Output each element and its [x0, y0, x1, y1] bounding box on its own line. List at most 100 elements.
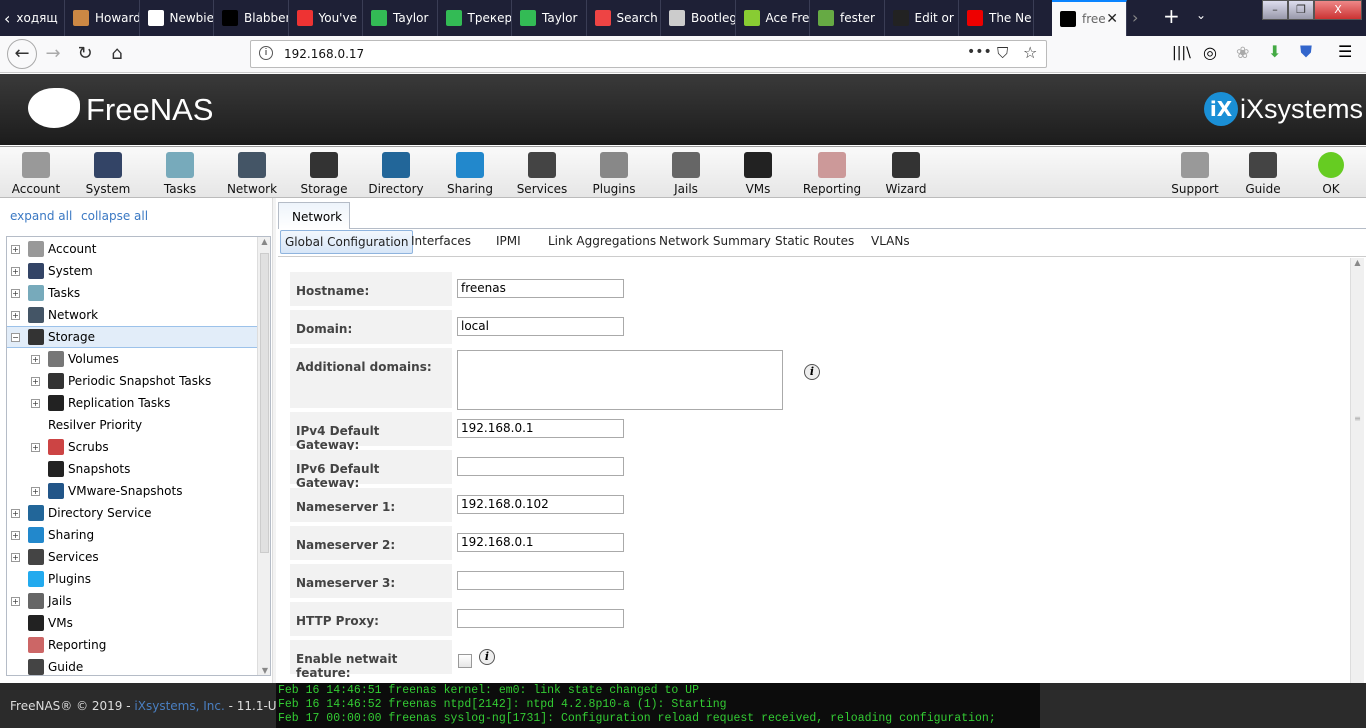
tree-item-reporting[interactable]: Reporting [7, 634, 257, 656]
tree-item-jails[interactable]: + Jails [7, 590, 257, 612]
url-bar[interactable]: i 192.168.0.17 ••• ⛉ ☆ [250, 40, 1047, 68]
browser-tab[interactable]: Search [587, 0, 661, 36]
browser-tab[interactable]: Blabber [214, 0, 289, 36]
browser-tab[interactable]: Howard [65, 0, 140, 36]
company-link[interactable]: iXsystems, Inc. [134, 699, 224, 713]
ipv6-gateway-input[interactable] [457, 457, 624, 476]
forward-button[interactable]: → [41, 42, 65, 66]
domain-input[interactable]: local [457, 317, 624, 336]
tab-scroll-left[interactable]: ‹ ходящ [0, 0, 65, 36]
library-icon[interactable]: |||\ [1172, 45, 1191, 61]
ipv4-gateway-input[interactable]: 192.168.0.1 [457, 419, 624, 438]
expand-icon[interactable]: + [11, 310, 20, 320]
toolbar-ok-button[interactable]: OK [1295, 150, 1366, 196]
expand-icon[interactable]: + [11, 266, 20, 276]
browser-tab[interactable]: Ace Fre [736, 0, 810, 36]
tree-item-scrubs[interactable]: + Scrubs [7, 436, 257, 458]
expand-icon[interactable]: + [31, 486, 40, 496]
back-button[interactable]: ← [7, 39, 37, 69]
extension-icon[interactable]: ❀ [1236, 43, 1249, 62]
info-icon[interactable]: i [804, 364, 820, 380]
tree-item-vmware-snapshots[interactable]: + VMware-Snapshots [7, 480, 257, 502]
new-tab-button[interactable]: + [1163, 4, 1180, 28]
bookmark-star-icon[interactable]: ☆ [1023, 43, 1037, 62]
toolbar-support-button[interactable]: Support [1159, 150, 1231, 196]
expand-icon[interactable]: + [11, 596, 20, 606]
browser-tab[interactable]: Bootleg [661, 0, 736, 36]
shield-icon[interactable]: ⛊ [1300, 42, 1312, 62]
collapse-all-link[interactable]: collapse all [81, 209, 148, 223]
reload-button[interactable]: ↻ [73, 42, 97, 66]
tree-scroll-thumb[interactable] [260, 253, 269, 553]
expand-icon[interactable]: + [11, 508, 20, 518]
content-scroll-thumb[interactable]: ≡ [1353, 414, 1362, 434]
browser-tab[interactable]: fester [810, 0, 885, 36]
expand-icon[interactable]: + [11, 530, 20, 540]
tree-item-sharing[interactable]: + Sharing [7, 524, 257, 546]
tab-list-chevron-icon[interactable]: ⌄ [1196, 8, 1206, 22]
toolbar-plugins-button[interactable]: Plugins [578, 150, 650, 196]
expand-icon[interactable]: + [11, 552, 20, 562]
site-info-icon[interactable]: i [259, 46, 273, 60]
tree-item-tasks[interactable]: + Tasks [7, 282, 257, 304]
toolbar-directory-button[interactable]: Directory [360, 150, 432, 196]
toolbar-network-button[interactable]: Network [216, 150, 288, 196]
minimize-button[interactable]: – [1262, 0, 1288, 20]
toolbar-vms-button[interactable]: VMs [722, 150, 794, 196]
page-actions-icon[interactable]: ••• [967, 44, 992, 60]
browser-tab[interactable]: Taylor [512, 0, 587, 36]
toolbar-jails-button[interactable]: Jails [650, 150, 722, 196]
sync-icon[interactable]: ◎ [1203, 43, 1217, 62]
browser-tab[interactable]: free ✕ [1052, 0, 1127, 36]
toolbar-tasks-button[interactable]: Tasks [144, 150, 216, 196]
browser-tab[interactable]: Edit or [885, 0, 959, 36]
expand-icon[interactable]: + [31, 354, 40, 364]
tree-item-replication-tasks[interactable]: + Replication Tasks [7, 392, 257, 414]
tree-item-system[interactable]: + System [7, 260, 257, 282]
expand-icon[interactable]: + [31, 442, 40, 452]
browser-tab[interactable]: Taylor [363, 0, 438, 36]
tree-item-plugins[interactable]: Plugins [7, 568, 257, 590]
expand-icon[interactable]: + [31, 398, 40, 408]
toolbar-storage-button[interactable]: Storage [288, 150, 360, 196]
nameserver3-input[interactable] [457, 571, 624, 590]
nameserver2-input[interactable]: 192.168.0.1 [457, 533, 624, 552]
tree-item-storage[interactable]: − Storage [7, 326, 257, 348]
content-scrollbar[interactable]: ▲ ≡ [1350, 258, 1364, 683]
nameserver1-input[interactable]: 192.168.0.102 [457, 495, 624, 514]
close-window-button[interactable]: X [1314, 0, 1362, 20]
toolbar-guide-button[interactable]: Guide [1227, 150, 1299, 196]
info-icon[interactable]: i [479, 649, 495, 665]
home-button[interactable]: ⌂ [105, 42, 129, 66]
tree-item-directory-service[interactable]: + Directory Service [7, 502, 257, 524]
tab-scroll-right-icon[interactable]: › [1132, 8, 1138, 27]
toolbar-system-button[interactable]: System [72, 150, 144, 196]
tree-item-resilver-priority[interactable]: Resilver Priority [7, 414, 257, 436]
browser-tab[interactable]: Newbie [140, 0, 214, 36]
expand-icon[interactable]: + [11, 244, 20, 254]
close-tab-icon[interactable]: ✕ [1106, 11, 1118, 27]
menu-icon[interactable]: ☰ [1338, 42, 1352, 61]
toolbar-reporting-button[interactable]: Reporting [796, 150, 868, 196]
collapse-icon[interactable]: − [11, 332, 20, 342]
tree-item-guide[interactable]: Guide [7, 656, 257, 675]
tree-item-network[interactable]: + Network [7, 304, 257, 326]
tree-item-vms[interactable]: VMs [7, 612, 257, 634]
hostname-input[interactable]: freenas [457, 279, 624, 298]
toolbar-wizard-button[interactable]: Wizard [870, 150, 942, 196]
tree-item-account[interactable]: + Account [7, 238, 257, 260]
expand-icon[interactable]: + [31, 376, 40, 386]
tree-item-volumes[interactable]: + Volumes [7, 348, 257, 370]
toolbar-account-button[interactable]: Account [0, 150, 72, 196]
toolbar-services-button[interactable]: Services [506, 150, 578, 196]
expand-icon[interactable]: + [11, 288, 20, 298]
tree-item-snapshots[interactable]: Snapshots [7, 458, 257, 480]
tree-item-periodic-snapshot-tasks[interactable]: + Periodic Snapshot Tasks [7, 370, 257, 392]
maximize-button[interactable]: ❐ [1288, 0, 1314, 20]
tree-item-services[interactable]: + Services [7, 546, 257, 568]
expand-all-link[interactable]: expand all [10, 209, 72, 223]
tree-scrollbar[interactable]: ▲ ▼ [257, 237, 270, 675]
browser-tab[interactable]: The Ne [959, 0, 1034, 36]
url-text[interactable]: 192.168.0.17 [284, 47, 364, 61]
netwait-checkbox[interactable] [458, 654, 472, 668]
